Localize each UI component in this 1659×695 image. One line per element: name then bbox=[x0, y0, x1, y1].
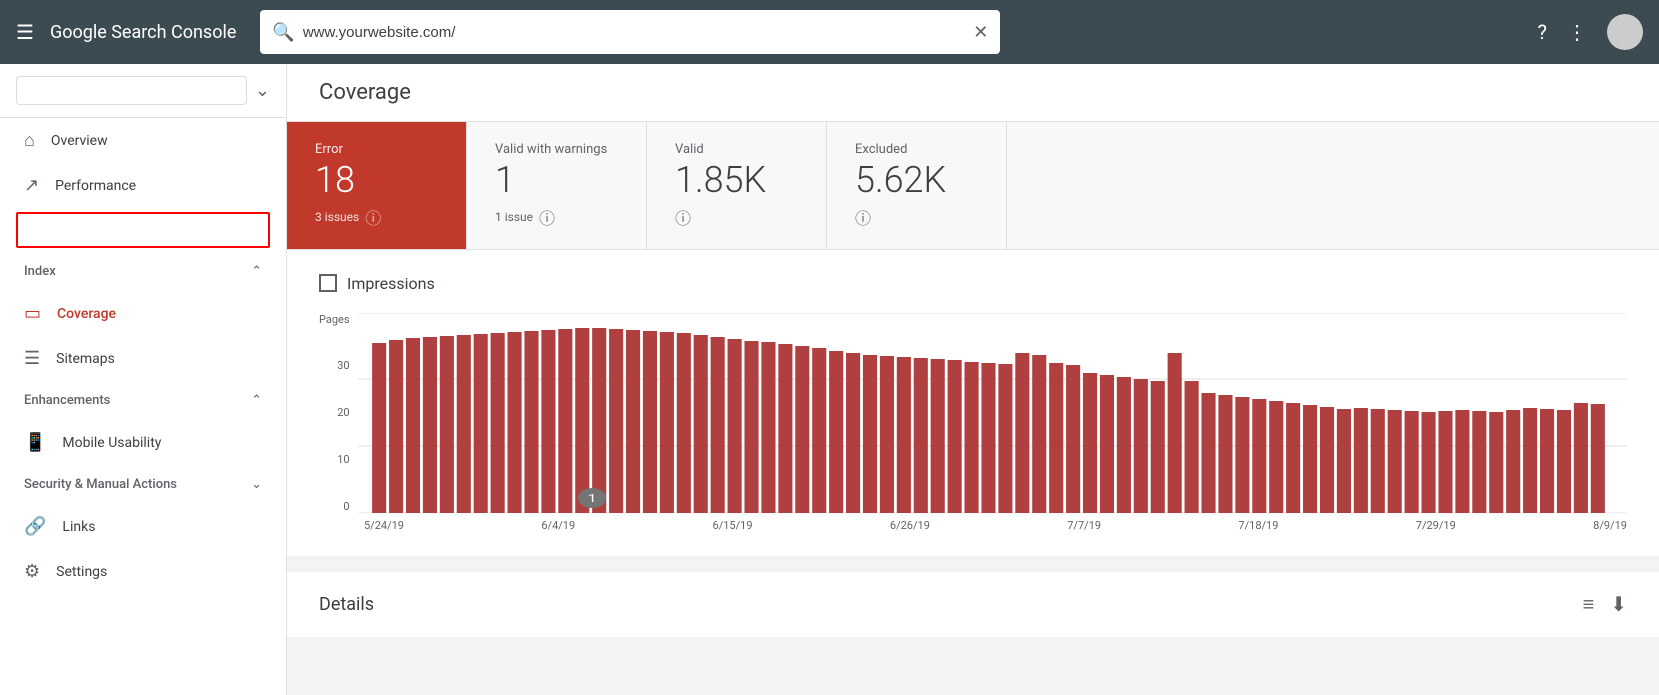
index-section-header[interactable]: Index ⌃ bbox=[0, 252, 286, 291]
chevron-down-icon[interactable]: ⌄ bbox=[255, 80, 270, 101]
chart-area: 1 bbox=[358, 313, 1627, 513]
security-label: Security & Manual Actions bbox=[24, 477, 177, 492]
sidebar-item-links[interactable]: 🔗 Links bbox=[0, 504, 286, 549]
y-label-pages: Pages bbox=[319, 313, 350, 326]
links-icon: 🔗 bbox=[24, 516, 46, 537]
sitemaps-icon: ☰ bbox=[24, 348, 40, 369]
sidebar-item-settings[interactable]: ⚙ Settings bbox=[0, 549, 286, 594]
coverage-icon: ▭ bbox=[24, 303, 41, 324]
details-title: Details bbox=[319, 594, 374, 615]
excluded-value: 5.62K bbox=[855, 161, 978, 201]
sidebar-item-performance-label: Performance bbox=[55, 178, 136, 194]
logo: Google Search Console bbox=[50, 22, 236, 43]
svg-text:1: 1 bbox=[587, 493, 596, 505]
sidebar-item-overview-label: Overview bbox=[51, 133, 108, 149]
settings-icon: ⚙ bbox=[24, 561, 40, 582]
details-section: Details ≡ ⬇ bbox=[287, 572, 1659, 637]
filter-icon[interactable]: ≡ bbox=[1583, 592, 1595, 617]
x-axis-labels: 5/24/19 6/4/19 6/15/19 6/26/19 7/7/19 7/… bbox=[319, 513, 1627, 532]
download-icon[interactable]: ⬇ bbox=[1610, 592, 1627, 617]
warnings-issues: 1 issue ⓘ bbox=[495, 205, 618, 229]
chart-svg: 1 bbox=[358, 313, 1627, 513]
stats-row: Error 18 3 issues ⓘ Valid with warnings … bbox=[287, 122, 1659, 250]
valid-info-icon[interactable]: ⓘ bbox=[675, 205, 691, 229]
y-axis: Pages 30 20 10 0 bbox=[319, 313, 358, 513]
property-input[interactable] bbox=[16, 76, 247, 105]
warnings-value: 1 bbox=[495, 161, 618, 201]
sidebar-item-mobile-usability[interactable]: 📱 Mobile Usability bbox=[0, 420, 286, 465]
sidebar-item-links-label: Links bbox=[62, 519, 95, 535]
apps-icon[interactable]: ⋮ bbox=[1567, 20, 1587, 44]
property-selector[interactable]: ⌄ bbox=[0, 64, 286, 118]
sidebar-item-sitemaps-label: Sitemaps bbox=[56, 351, 115, 367]
excluded-label: Excluded bbox=[855, 142, 978, 157]
search-input[interactable] bbox=[303, 24, 965, 41]
enhancements-chevron-icon: ⌃ bbox=[251, 393, 262, 408]
security-section-header[interactable]: Security & Manual Actions ⌄ bbox=[0, 465, 286, 504]
avatar[interactable] bbox=[1607, 14, 1643, 50]
error-label: Error bbox=[315, 142, 438, 157]
chart-section: Impressions Pages 30 20 10 0 bbox=[287, 250, 1659, 556]
excluded-issues: ⓘ bbox=[855, 205, 978, 229]
impressions-checkbox[interactable] bbox=[319, 274, 337, 292]
details-header: Details ≡ ⬇ bbox=[319, 592, 1627, 617]
header-actions: ? ⋮ bbox=[1538, 14, 1643, 50]
error-info-icon[interactable]: ⓘ bbox=[365, 205, 381, 229]
warnings-info-icon[interactable]: ⓘ bbox=[539, 205, 555, 229]
sidebar-item-mobile-label: Mobile Usability bbox=[62, 435, 161, 451]
help-icon[interactable]: ? bbox=[1538, 20, 1547, 44]
logo-text: Google Search Console bbox=[50, 22, 236, 43]
sidebar-item-sitemaps[interactable]: ☰ Sitemaps bbox=[0, 336, 286, 381]
sidebar-item-coverage[interactable]: ▭ Coverage bbox=[0, 291, 286, 336]
stat-excluded: Excluded 5.62K ⓘ bbox=[827, 122, 1007, 249]
security-chevron-icon: ⌄ bbox=[251, 477, 262, 492]
warnings-label: Valid with warnings bbox=[495, 142, 618, 157]
chart-header: Impressions bbox=[319, 274, 1627, 293]
content: Error 18 3 issues ⓘ Valid with warnings … bbox=[287, 122, 1659, 637]
sidebar-item-settings-label: Settings bbox=[56, 564, 107, 580]
details-actions: ≡ ⬇ bbox=[1583, 592, 1627, 617]
header: ☰ Google Search Console 🔍 ✕ ? ⋮ bbox=[0, 0, 1659, 64]
page-header: Coverage bbox=[287, 64, 1659, 122]
menu-icon[interactable]: ☰ bbox=[16, 20, 34, 44]
valid-value: 1.85K bbox=[675, 161, 798, 201]
enhancements-label: Enhancements bbox=[24, 393, 110, 408]
main-content: Coverage Error 18 3 issues ⓘ Valid with … bbox=[287, 64, 1659, 695]
stat-warnings: Valid with warnings 1 1 issue ⓘ bbox=[467, 122, 647, 249]
sidebar-item-coverage-label: Coverage bbox=[57, 306, 116, 322]
error-issues: 3 issues ⓘ bbox=[315, 205, 438, 229]
mobile-icon: 📱 bbox=[24, 432, 46, 453]
sidebar-item-performance[interactable]: ↗ Performance bbox=[0, 163, 286, 208]
performance-icon: ↗ bbox=[24, 175, 39, 196]
enhancements-section-header[interactable]: Enhancements ⌃ bbox=[0, 381, 286, 420]
valid-label: Valid bbox=[675, 142, 798, 157]
page-title: Coverage bbox=[319, 80, 411, 105]
stat-error: Error 18 3 issues ⓘ bbox=[287, 122, 467, 249]
index-label: Index bbox=[24, 264, 56, 279]
highlighted-box bbox=[16, 212, 270, 248]
layout: ⌄ ⌂ Overview ↗ Performance Index ⌃ ▭ Cov… bbox=[0, 64, 1659, 695]
sidebar-item-overview[interactable]: ⌂ Overview bbox=[0, 118, 286, 163]
search-bar: 🔍 ✕ bbox=[260, 10, 1000, 54]
valid-issues: ⓘ bbox=[675, 205, 798, 229]
search-icon: 🔍 bbox=[272, 22, 294, 43]
stat-valid: Valid 1.85K ⓘ bbox=[647, 122, 827, 249]
sidebar: ⌄ ⌂ Overview ↗ Performance Index ⌃ ▭ Cov… bbox=[0, 64, 287, 695]
index-chevron-icon: ⌃ bbox=[251, 264, 262, 279]
excluded-info-icon[interactable]: ⓘ bbox=[855, 205, 871, 229]
error-value: 18 bbox=[315, 161, 438, 201]
chart-title: Impressions bbox=[347, 274, 435, 293]
home-icon: ⌂ bbox=[24, 130, 35, 151]
search-clear-icon[interactable]: ✕ bbox=[973, 22, 988, 43]
